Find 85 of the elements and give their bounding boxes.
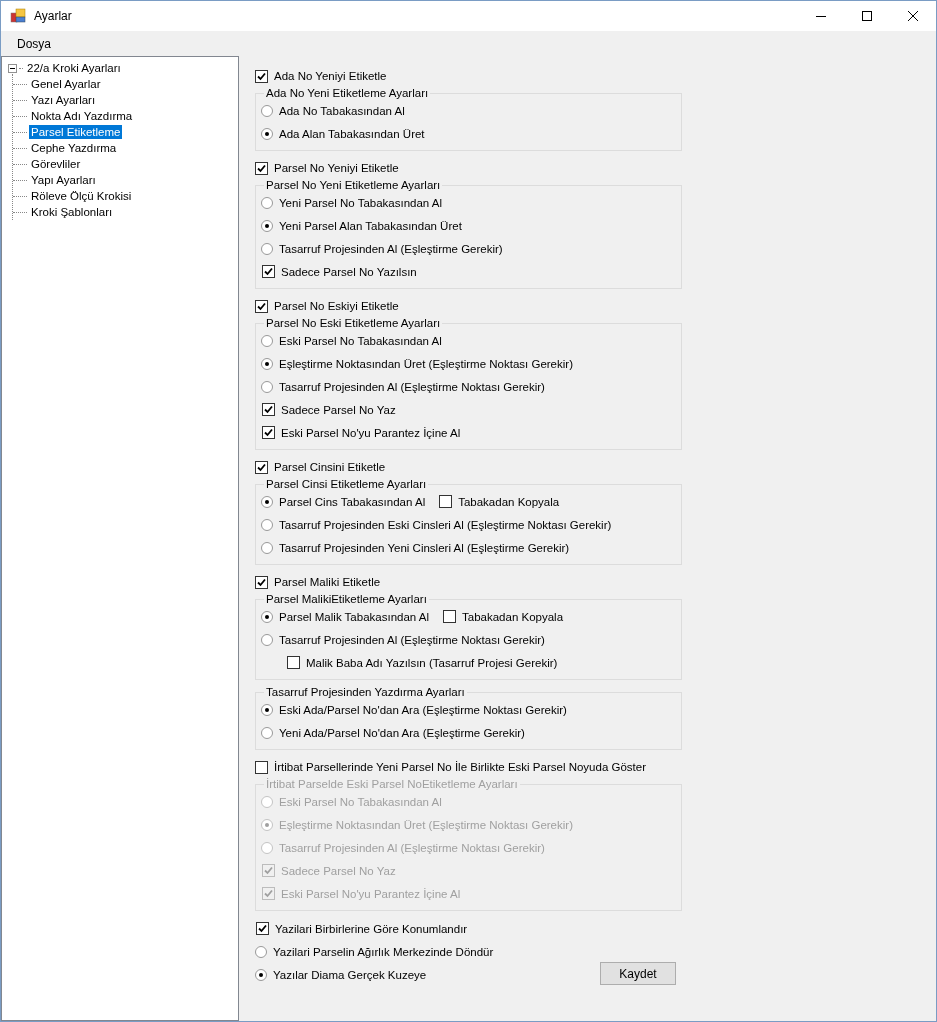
- option-label[interactable]: Parsel Malik Tabakasından Al: [279, 610, 429, 623]
- radio-button[interactable]: [261, 518, 273, 531]
- option-label[interactable]: Tasarruf Projesinden Yeni Cinsleri Al (Eşleştirme Gerekir): [279, 541, 570, 554]
- checkbox[interactable]: [262, 426, 275, 439]
- option-label[interactable]: Sadece Parsel No Yaz: [281, 403, 396, 416]
- tree-item[interactable]: 22/a Kroki Ayarları: [25, 61, 123, 75]
- group-title: Parsel MalikiEtiketleme Ayarları: [265, 593, 428, 605]
- checkbox[interactable]: [287, 656, 300, 669]
- group-title: Ada No Yeni Etiketleme Ayarları: [265, 87, 430, 99]
- checkbox[interactable]: [255, 69, 268, 83]
- close-icon[interactable]: [908, 11, 918, 21]
- menu-item[interactable]: Dosya: [9, 36, 59, 51]
- checkbox[interactable]: [443, 610, 456, 623]
- option-label[interactable]: Parsel Maliki Etiketle: [274, 576, 381, 588]
- checkbox[interactable]: [262, 403, 275, 416]
- option-label[interactable]: Malik Baba Adı Yazılsın (Tasarruf Projesi Gerekir): [306, 656, 558, 669]
- app-icon: [10, 8, 26, 24]
- minimize-icon[interactable]: [816, 15, 826, 17]
- option-label[interactable]: Yeni Parsel Alan Tabakasından Üret: [279, 219, 462, 232]
- radio-button[interactable]: [261, 242, 273, 255]
- option-label[interactable]: Ada Alan Tabakasından Üret: [279, 127, 425, 140]
- radio-button[interactable]: [261, 610, 273, 623]
- option-label[interactable]: Tabakadan Kopyala: [458, 495, 560, 508]
- option-label[interactable]: Parsel No Eskiyi Etiketle: [274, 300, 399, 312]
- tree-item[interactable]: Görevliler: [29, 157, 83, 171]
- option-label[interactable]: Eski Parsel No'yu Parantez İçine Al: [281, 426, 461, 439]
- group-title: Parsel No Yeni Etiketleme Ayarları: [265, 179, 442, 191]
- option-label[interactable]: Ada No Yeniyi Etiketle: [274, 70, 387, 82]
- option-label[interactable]: Ada No Tabakasından Al: [279, 104, 405, 117]
- option-label[interactable]: Eşleştirme Noktasından Üret (Eşleştirme Noktası Gerekir): [279, 357, 573, 370]
- option-label[interactable]: Yazilari Birbirlerine Göre Konumlandır: [275, 922, 468, 935]
- radio-button[interactable]: [261, 357, 273, 370]
- option-label[interactable]: Tasarruf Projesinden Al (Eşleştirme Noktası Gerekir): [279, 380, 545, 393]
- radio-button[interactable]: [261, 495, 273, 508]
- checkbox[interactable]: [255, 161, 268, 175]
- checkbox[interactable]: [255, 575, 268, 589]
- option-label[interactable]: Yazilari Parselin Ağırlık Merkezinde Döndür: [273, 945, 494, 958]
- group-title: İrtibat Parselde Eski Parsel NoEtiketleme Ayarları: [265, 778, 519, 790]
- radio-button[interactable]: [261, 703, 273, 716]
- checkbox[interactable]: [255, 760, 268, 774]
- radio-button[interactable]: [261, 380, 273, 393]
- group-title: Parsel No Eski Etiketleme Ayarları: [265, 317, 442, 329]
- checkbox[interactable]: [256, 922, 269, 935]
- radio-button[interactable]: [261, 633, 273, 646]
- tree-item[interactable]: Yapı Ayarları: [29, 173, 98, 187]
- group-title: Tasarruf Projesinden Yazdırma Ayarları: [265, 686, 466, 698]
- maximize-icon[interactable]: [862, 11, 872, 21]
- option-label[interactable]: Tasarruf Projesinden Al (Eşleştirme Gerekir): [279, 242, 503, 255]
- checkbox[interactable]: [255, 299, 268, 313]
- group-title: Parsel Cinsi Etiketleme Ayarları: [265, 478, 428, 490]
- checkbox[interactable]: [255, 460, 268, 474]
- option-label[interactable]: Yeni Parsel No Tabakasından Al: [279, 196, 443, 209]
- option-label[interactable]: Parsel No Yeniyi Etiketle: [274, 162, 399, 174]
- tree-item[interactable]: Kroki Şablonları: [29, 205, 115, 219]
- radio-button[interactable]: [261, 127, 273, 140]
- tree-item[interactable]: Yazı Ayarları: [29, 93, 98, 107]
- collapse-icon[interactable]: [8, 63, 17, 73]
- option-label[interactable]: İrtibat Parsellerinde Yeni Parsel No İle Birlikte Eski Parsel Noyuda Göster: [274, 761, 646, 773]
- option-label[interactable]: Yeni Ada/Parsel No'dan Ara (Eşleştirme Gerekir): [279, 726, 525, 739]
- option-label[interactable]: Tasarruf Projesinden Eski Cinsleri Al (Eşleştirme Noktası Gerekir): [279, 518, 612, 531]
- radio-button[interactable]: [261, 541, 273, 554]
- radio-button[interactable]: [261, 219, 273, 232]
- option-label[interactable]: Sadece Parsel No Yazılsın: [281, 265, 417, 278]
- option-label[interactable]: Yazılar Diama Gerçek Kuzeye: [273, 968, 427, 981]
- save-button[interactable]: Kaydet: [600, 962, 676, 985]
- radio-button[interactable]: [255, 968, 267, 981]
- radio-button[interactable]: [261, 334, 273, 347]
- tree-item[interactable]: Nokta Adı Yazdırma: [29, 109, 135, 123]
- radio-button[interactable]: [255, 945, 267, 958]
- option-label[interactable]: Parsel Cinsini Etiketle: [274, 461, 386, 473]
- tree-item[interactable]: Röleve Ölçü Krokisi: [29, 189, 134, 203]
- checkbox[interactable]: [262, 265, 275, 278]
- radio-button[interactable]: [261, 726, 273, 739]
- option-label[interactable]: Tabakadan Kopyala: [462, 610, 564, 623]
- checkbox[interactable]: [439, 495, 453, 508]
- radio-button[interactable]: [261, 196, 273, 209]
- option-label[interactable]: Parsel Cins Tabakasından Al: [279, 495, 426, 508]
- window-title: Ayarlar: [34, 9, 72, 23]
- option-label[interactable]: Tasarruf Projesinden Al (Eşleştirme Noktası Gerekir): [279, 633, 545, 646]
- tree-item[interactable]: Parsel Etiketleme: [29, 125, 123, 139]
- radio-button[interactable]: [261, 104, 273, 117]
- option-label[interactable]: Eski Ada/Parsel No'dan Ara (Eşleştirme Noktası Gerekir): [279, 703, 567, 716]
- tree-item[interactable]: Genel Ayarlar: [29, 77, 103, 91]
- tree-item[interactable]: Cephe Yazdırma: [29, 141, 119, 155]
- option-label[interactable]: Eski Parsel No Tabakasından Al: [279, 334, 442, 347]
